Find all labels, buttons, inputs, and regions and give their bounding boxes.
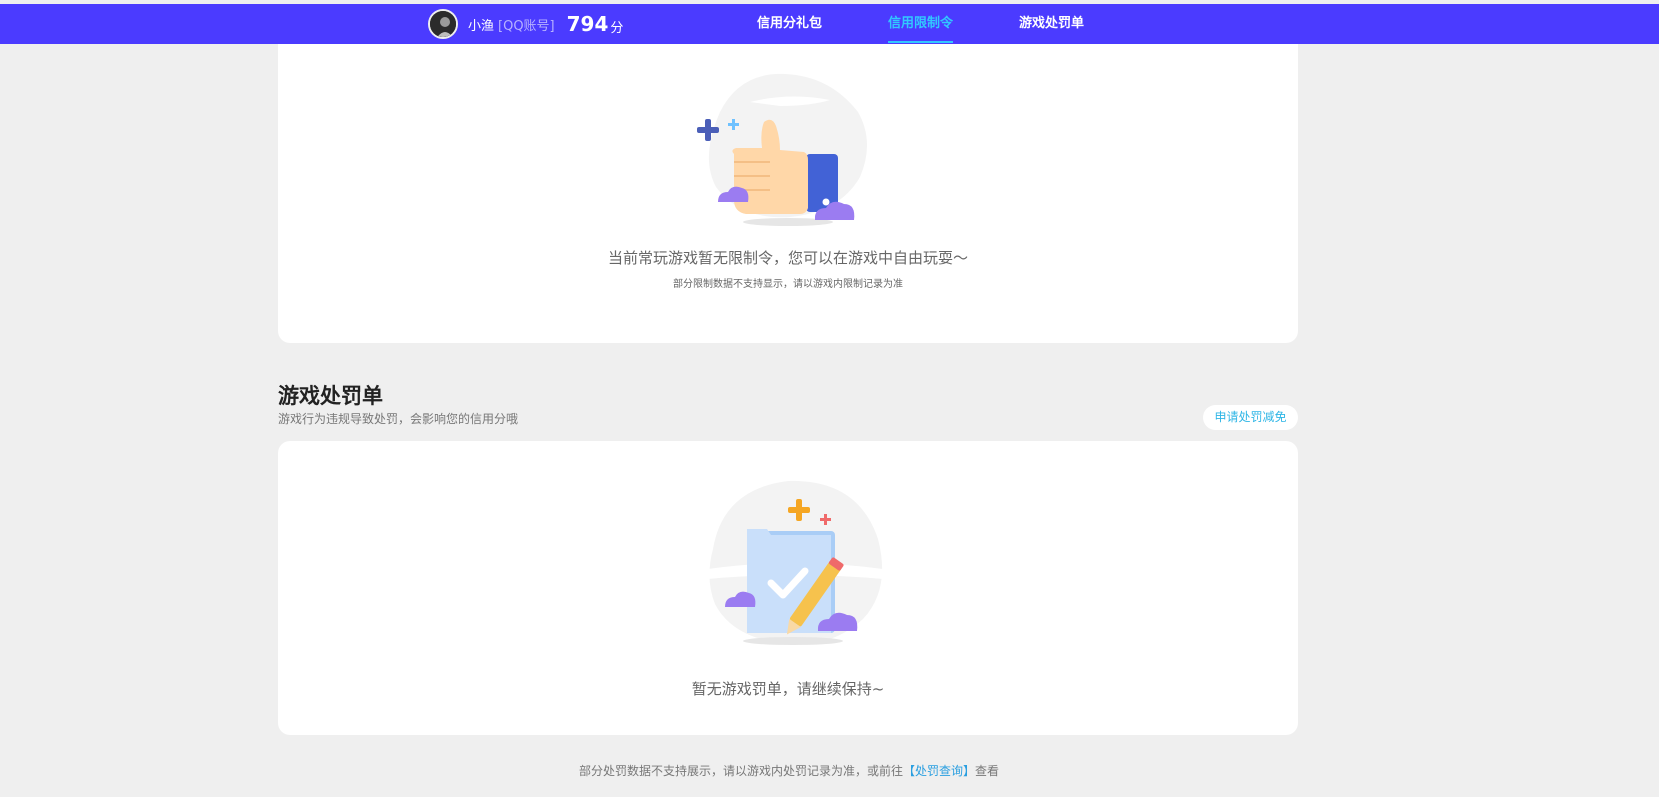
credit-score-unit: 分: [610, 20, 624, 36]
footer-suffix: 查看: [975, 764, 1000, 778]
username: 小渔: [468, 18, 495, 34]
apply-penalty-reduction-button[interactable]: 申请处罚减免: [1203, 405, 1298, 430]
avatar-icon[interactable]: [428, 9, 458, 39]
account-type: [QQ账号]: [498, 18, 555, 34]
penalty-card: 暂无游戏罚单，请继续保持~: [278, 441, 1298, 735]
penalty-section-title: 游戏处罚单: [278, 384, 383, 408]
restriction-empty-note: 部分限制数据不支持显示，请以游戏内限制记录为准: [673, 279, 903, 290]
penalty-section-description: 游戏行为违规导致处罚，会影响您的信用分哦: [278, 412, 519, 426]
footer-prefix: 部分处罚数据不支持展示，请以游戏内处罚记录为准，或前往: [578, 764, 903, 778]
penalty-empty-title: 暂无游戏罚单，请继续保持~: [691, 680, 885, 698]
penalty-query-link[interactable]: 【处罚查询】: [903, 764, 975, 778]
tab-credit-restriction[interactable]: 信用限制令: [888, 4, 954, 44]
footer-note: 部分处罚数据不支持展示，请以游戏内处罚记录为准，或前往【处罚查询】查看: [0, 762, 1578, 779]
thumbs-up-illustration: [697, 73, 868, 226]
clipboard-check-illustration: [708, 480, 883, 645]
user-info: 小渔 [QQ账号] 794 分: [428, 9, 623, 39]
tab-credit-gift[interactable]: 信用分礼包: [757, 4, 822, 44]
restriction-empty-title: 当前常玩游戏暂无限制令，您可以在游戏中自由玩耍～: [607, 249, 968, 267]
restriction-card: 当前常玩游戏暂无限制令，您可以在游戏中自由玩耍～ 部分限制数据不支持显示，请以游…: [278, 44, 1298, 343]
tab-game-penalty[interactable]: 游戏处罚单: [1019, 4, 1084, 44]
top-nav-bar: 小渔 [QQ账号] 794 分 信用分礼包 信用限制令 游戏处罚单: [0, 4, 1659, 44]
credit-score: 794: [566, 12, 609, 36]
